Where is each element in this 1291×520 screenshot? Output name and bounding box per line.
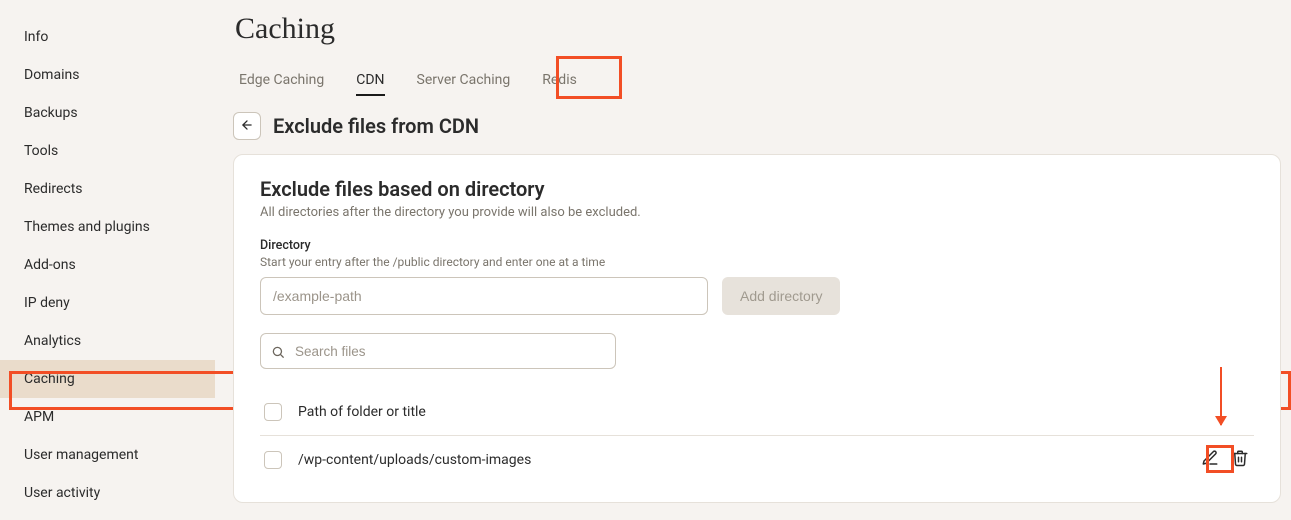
delete-button[interactable] <box>1230 450 1250 470</box>
tab-edge-caching[interactable]: Edge Caching <box>239 66 324 98</box>
sidebar-item-user-management[interactable]: User management <box>0 436 215 474</box>
sidebar-item-label: Info <box>24 29 48 45</box>
row-checkbox[interactable] <box>264 451 282 469</box>
pencil-icon <box>1201 449 1219 471</box>
tab-server-caching[interactable]: Server Caching <box>417 66 511 98</box>
search-wrap <box>260 333 616 369</box>
list-row: /wp-content/uploads/custom-images <box>260 436 1254 484</box>
select-all-checkbox[interactable] <box>264 403 282 421</box>
panel-title: Exclude files based on directory <box>260 177 1254 201</box>
row-actions <box>1200 450 1250 470</box>
back-button[interactable] <box>233 112 261 140</box>
sidebar-item-info[interactable]: Info <box>0 18 215 56</box>
subheader: Exclude files from CDN <box>233 112 1281 140</box>
directory-field-help: Start your entry after the /public direc… <box>260 255 1254 269</box>
directory-input-row: Add directory <box>260 277 1254 315</box>
search-input[interactable] <box>260 333 616 369</box>
directory-input[interactable] <box>260 277 708 315</box>
directory-field-label: Directory <box>260 238 1254 253</box>
list-header-row: Path of folder or title <box>260 389 1254 436</box>
sidebar-item-label: Caching <box>24 371 75 387</box>
sidebar-item-label: APM <box>24 409 54 425</box>
sidebar-item-ip-deny[interactable]: IP deny <box>0 284 215 322</box>
tab-label: Redis <box>542 72 577 88</box>
sidebar-item-backups[interactable]: Backups <box>0 94 215 132</box>
sidebar-item-caching[interactable]: Caching <box>0 360 215 398</box>
sidebar-item-label: Redirects <box>24 181 83 197</box>
sidebar-item-domains[interactable]: Domains <box>0 56 215 94</box>
subheader-title: Exclude files from CDN <box>273 114 479 138</box>
sidebar-item-add-ons[interactable]: Add-ons <box>0 246 215 284</box>
tab-cdn[interactable]: CDN <box>356 66 384 98</box>
row-path: /wp-content/uploads/custom-images <box>298 452 1184 468</box>
edit-button[interactable] <box>1200 450 1220 470</box>
exclude-panel: Exclude files based on directory All dir… <box>233 154 1281 503</box>
sidebar-item-label: Analytics <box>24 333 81 349</box>
sidebar-item-label: IP deny <box>24 295 70 311</box>
sidebar-item-label: Add-ons <box>24 257 76 273</box>
sidebar-item-tools[interactable]: Tools <box>0 132 215 170</box>
sidebar-item-label: Domains <box>24 67 79 83</box>
search-icon <box>271 344 285 358</box>
sidebar-item-label: User activity <box>24 485 100 501</box>
sidebar-item-apm[interactable]: APM <box>0 398 215 436</box>
sidebar-item-themes-plugins[interactable]: Themes and plugins <box>0 208 215 246</box>
trash-icon <box>1231 449 1249 471</box>
tab-redis[interactable]: Redis <box>542 66 577 98</box>
sidebar-item-label: Tools <box>24 143 58 159</box>
tab-label: CDN <box>356 72 384 88</box>
tabs: Edge Caching CDN Server Caching Redis <box>233 66 1281 98</box>
sidebar-item-label: User management <box>24 447 138 463</box>
list-header-label: Path of folder or title <box>298 404 1250 420</box>
arrow-left-icon <box>240 118 254 135</box>
tab-label: Edge Caching <box>239 72 324 88</box>
sidebar-item-user-activity[interactable]: User activity <box>0 474 215 512</box>
sidebar-item-analytics[interactable]: Analytics <box>0 322 215 360</box>
panel-description: All directories after the directory you … <box>260 205 1254 220</box>
sidebar-item-label: Backups <box>24 105 78 121</box>
sidebar-item-redirects[interactable]: Redirects <box>0 170 215 208</box>
sidebar-item-label: Themes and plugins <box>24 219 150 235</box>
main: Caching Edge Caching CDN Server Caching … <box>215 0 1291 520</box>
sidebar: Info Domains Backups Tools Redirects The… <box>0 0 215 520</box>
tab-label: Server Caching <box>417 72 511 88</box>
add-directory-button[interactable]: Add directory <box>722 277 840 315</box>
page-title: Caching <box>235 12 1281 46</box>
